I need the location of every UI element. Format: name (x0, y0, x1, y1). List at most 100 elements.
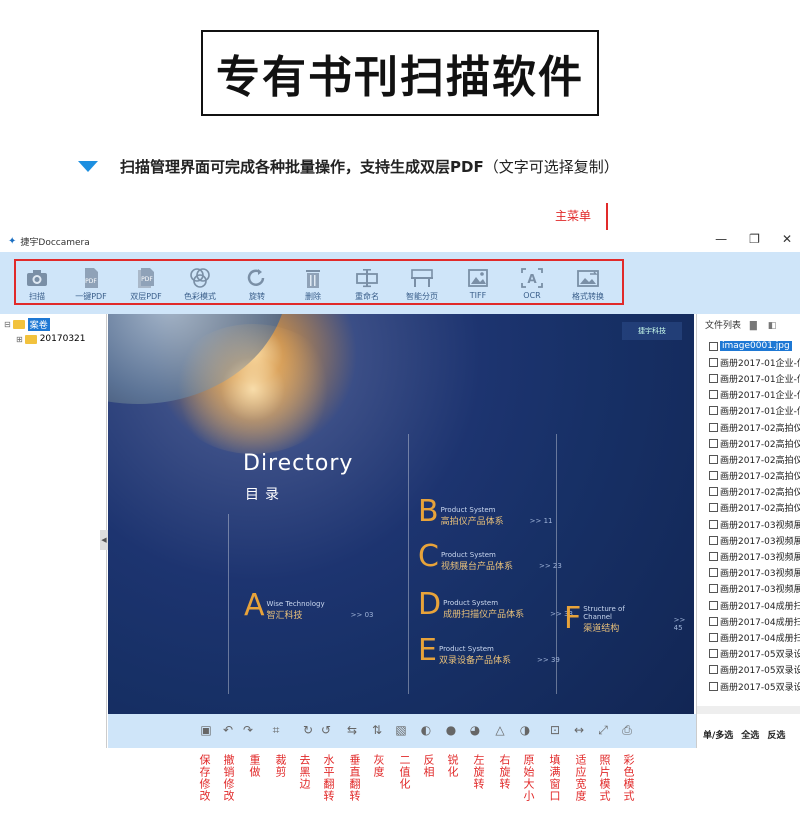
file-checkbox[interactable] (709, 681, 718, 691)
collapse-toggle-icon[interactable]: ⊟ (4, 320, 11, 329)
save-icon[interactable]: ▣ (199, 723, 213, 737)
original-size-icon[interactable]: ⊡ (548, 723, 562, 737)
file-checkbox[interactable] (709, 373, 718, 383)
folder-icon[interactable]: ▇ (750, 321, 757, 331)
flip-horizontal-icon[interactable]: ⇆ (345, 723, 359, 737)
file-checkbox[interactable] (709, 471, 718, 481)
file-checkbox[interactable] (709, 665, 718, 675)
file-checkbox[interactable] (709, 616, 718, 626)
panel-collapse-handle[interactable]: ◀ (100, 530, 108, 550)
rotate-button[interactable]: 旋转 (232, 267, 282, 302)
file-list-item[interactable]: 画册2017-03视频展 (709, 532, 800, 548)
file-checkbox[interactable] (709, 584, 718, 594)
image-preview[interactable]: 捷宇科技 Directory 目录 A Wise Technology 智汇科技 … (108, 314, 694, 714)
crop-icon[interactable]: ⌗ (269, 723, 283, 737)
fit-window-icon[interactable]: ↔ (572, 723, 586, 737)
file-list-item[interactable]: 画册2017-02高拍仪 (709, 484, 800, 500)
file-name: image0001.jpg (720, 341, 792, 352)
horizontal-scrollbar[interactable] (697, 706, 800, 714)
file-checkbox[interactable] (709, 519, 718, 529)
file-list-item[interactable]: 画册2017-02高拍仪 (709, 500, 800, 516)
tree-root[interactable]: ⊟ 案卷 (4, 318, 50, 331)
binarize-icon[interactable]: ◐ (419, 723, 433, 737)
file-checkbox[interactable] (709, 552, 718, 562)
file-list-item[interactable]: 画册2017-02高拍仪 (709, 451, 800, 467)
photo-mode-icon[interactable]: ⎙ (620, 723, 634, 737)
file-checkbox[interactable] (709, 568, 718, 578)
smart-split-button[interactable]: 智能分页 (397, 267, 447, 302)
file-list-item[interactable]: 画册2017-02高拍仪 (709, 435, 800, 451)
file-list-item[interactable]: 画册2017-03视频展 (709, 565, 800, 581)
rename-button[interactable]: 重命名 (342, 267, 392, 302)
file-checkbox[interactable] (709, 406, 718, 416)
file-list-item[interactable]: 画册2017-02高拍仪 (709, 468, 800, 484)
file-list-item[interactable]: image0001.jpg (709, 338, 800, 354)
double-pdf-button[interactable]: PDF 双层PDF (121, 267, 171, 302)
grayscale-icon[interactable]: ▧ (394, 723, 408, 737)
minimize-button[interactable]: — (715, 232, 727, 246)
file-list-item[interactable]: 画册2017-04成册扫 (709, 597, 800, 613)
file-name: 画册2017-01企业-信 (720, 407, 800, 418)
file-checkbox[interactable] (709, 438, 718, 448)
scan-button[interactable]: 扫描 (12, 267, 62, 302)
directory-title-cn: 目录 (245, 487, 285, 503)
file-list-item[interactable]: 画册2017-04成册扫 (709, 613, 800, 629)
file-checkbox[interactable] (709, 535, 718, 545)
file-list-item[interactable]: 画册2017-03视频展 (709, 516, 800, 532)
restore-button[interactable]: ❐ (749, 232, 760, 246)
file-checkbox[interactable] (709, 357, 718, 367)
file-list-item[interactable]: 画册2017-03视频展 (709, 581, 800, 597)
invert-select-button[interactable]: 反选 (767, 728, 785, 741)
file-list-item[interactable]: 画册2017-01企业-信 (709, 354, 800, 370)
file-list-item[interactable]: 画册2017-04成册扫 (709, 629, 800, 645)
tiff-button[interactable]: TIFF (453, 267, 503, 300)
file-list-item[interactable]: 画册2017-05双录设 (709, 646, 800, 662)
file-checkbox[interactable] (709, 454, 718, 464)
file-list-item[interactable]: 画册2017-01企业-信 (709, 387, 800, 403)
file-checkbox[interactable] (709, 422, 718, 432)
expand-toggle-icon[interactable]: ⊞ (16, 335, 23, 344)
redo-icon[interactable]: ↷ (241, 723, 255, 737)
toc-en: Structure of Channel (583, 605, 625, 621)
select-all-button[interactable]: 全选 (741, 728, 759, 741)
tree-child-label[interactable]: 20170321 (40, 334, 86, 344)
one-key-pdf-button[interactable]: PDF 一键PDF (66, 267, 116, 302)
file-list[interactable]: image0001.jpg 画册2017-01企业-信 画册2017-01企业-信画… (709, 338, 800, 693)
sharpen-icon[interactable]: ◕ (468, 723, 482, 737)
tree-child[interactable]: ⊞ 20170321 (16, 334, 86, 344)
file-checkbox[interactable] (709, 503, 718, 513)
single-multi-select-button[interactable]: 单/多选 (703, 728, 733, 741)
file-checkbox[interactable] (709, 649, 718, 659)
color-mode-button[interactable]: 色彩模式 (175, 267, 225, 302)
image-tools-bar: ▣ ↶ ↷ ⌗ ↻ ↺ ⇆ ⇅ ▧ ◐ ● ◕ △ ◑ ⊡ ↔ ⤢ ⎙ (108, 714, 696, 748)
file-list-item[interactable]: 画册2017-02高拍仪 (709, 419, 800, 435)
toc-en: Product System (440, 551, 496, 559)
file-list-item[interactable]: 画册2017-05双录设 (709, 662, 800, 678)
file-list-item[interactable]: 画册2017-05双录设 (709, 678, 800, 693)
close-button[interactable]: ✕ (782, 232, 792, 246)
file-checkbox[interactable] (709, 632, 718, 642)
tree-root-label[interactable]: 案卷 (27, 318, 50, 331)
flip-vertical-icon[interactable]: ⇅ (370, 723, 384, 737)
file-checkbox[interactable] (709, 390, 718, 400)
ocr-button[interactable]: A OCR (507, 267, 557, 300)
rotate-right-icon[interactable]: ◑ (518, 723, 532, 737)
rotate-ccw-icon[interactable]: ↻ (301, 723, 315, 737)
scan-label: 扫描 (29, 292, 45, 301)
pdf-icon: PDF (85, 268, 98, 288)
delete-button[interactable]: 删除 (288, 267, 338, 302)
toc-cn: 视频展台产品体系 (440, 562, 513, 572)
file-checkbox[interactable] (709, 487, 718, 497)
open-folder-icon[interactable]: ◧ (768, 321, 777, 331)
rotate-cw-icon[interactable]: ↺ (319, 723, 333, 737)
fit-width-icon[interactable]: ⤢ (596, 723, 610, 737)
file-list-item[interactable]: 画册2017-01企业-信 (709, 403, 800, 419)
file-checkbox[interactable] (709, 600, 718, 610)
rotate-left-icon[interactable]: △ (493, 723, 507, 737)
format-convert-button[interactable]: 格式转换 (563, 267, 613, 302)
file-list-item[interactable]: 画册2017-01企业-信 (709, 370, 800, 386)
file-checkbox[interactable] (709, 341, 718, 351)
undo-icon[interactable]: ↶ (221, 723, 235, 737)
file-list-item[interactable]: 画册2017-03视频展 (709, 548, 800, 564)
invert-icon[interactable]: ● (444, 723, 458, 737)
